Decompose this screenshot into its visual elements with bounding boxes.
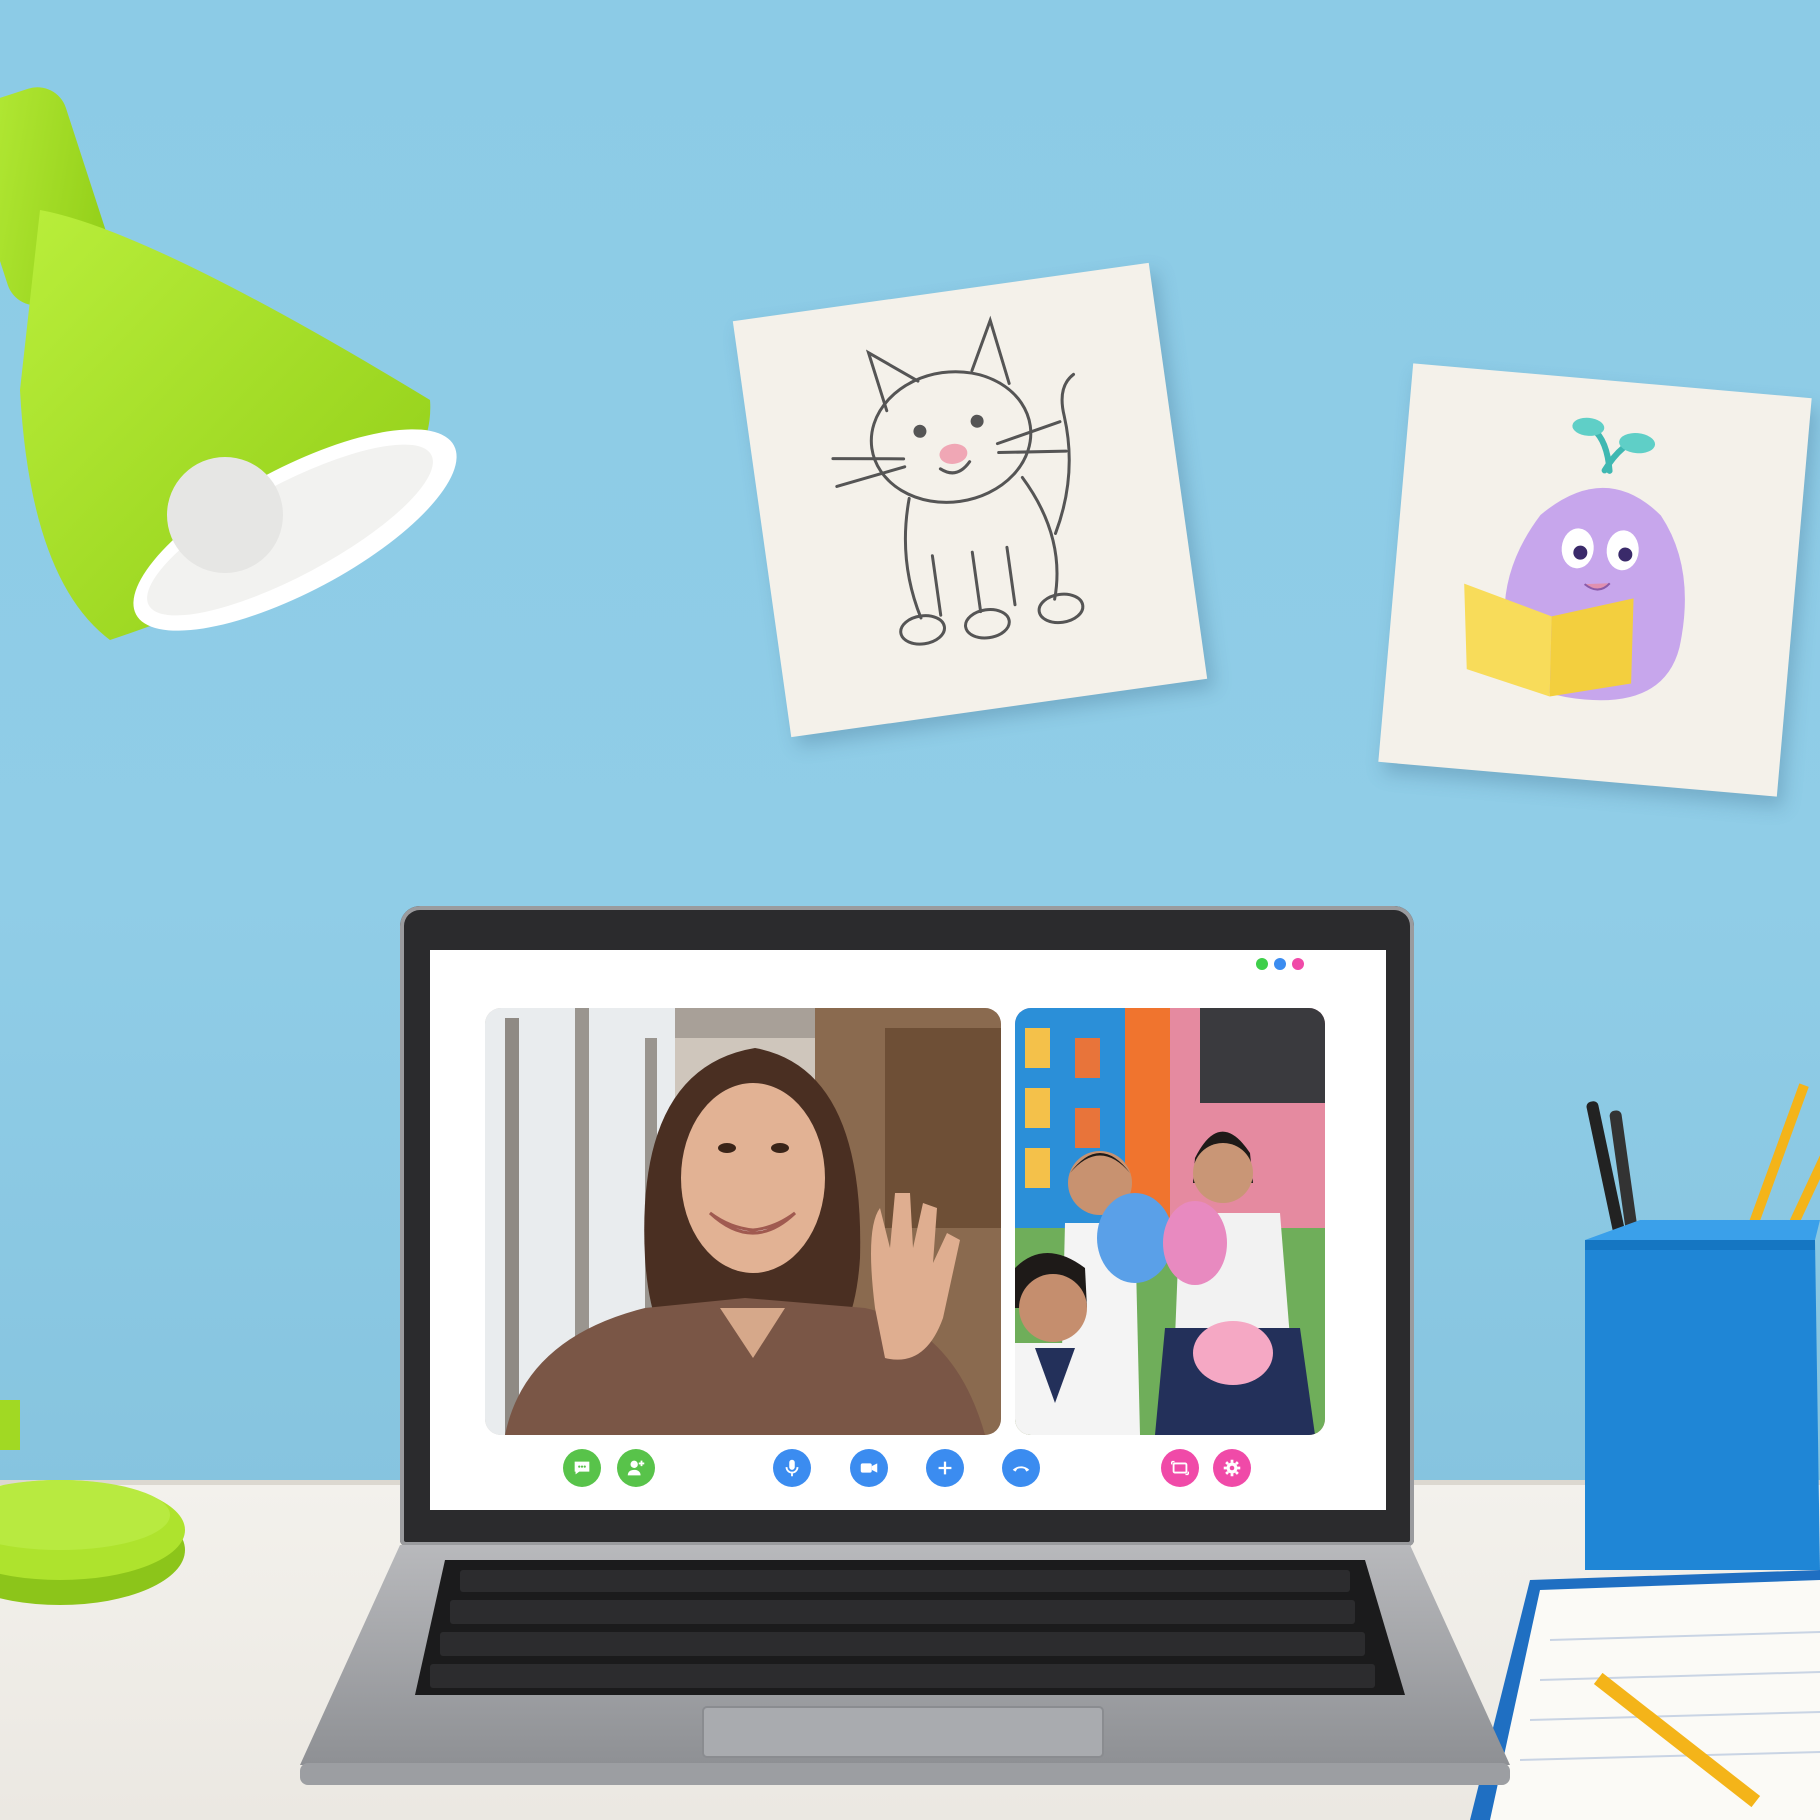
lamp-base — [0, 1400, 185, 1605]
pencil-cup — [1585, 1083, 1820, 1570]
settings-gear-icon — [1223, 1459, 1241, 1477]
chat-button[interactable] — [563, 1449, 601, 1487]
chat-icon — [574, 1461, 590, 1475]
window-dot-green[interactable] — [1256, 958, 1268, 970]
hang-up-icon — [1012, 1466, 1030, 1472]
creature-drawing-paper — [1378, 363, 1812, 797]
camera-button[interactable] — [850, 1449, 888, 1487]
notebook — [1470, 1570, 1820, 1820]
add-button[interactable] — [926, 1449, 964, 1487]
teacher-video-image — [485, 1008, 1001, 1435]
microphone-button[interactable] — [773, 1449, 811, 1487]
purple-creature-drawing — [1464, 417, 1685, 701]
video-camera-icon — [860, 1463, 878, 1473]
plus-icon — [938, 1461, 952, 1475]
screen-share-icon — [1171, 1460, 1189, 1476]
hang-up-button[interactable] — [1002, 1449, 1040, 1487]
add-participant-button[interactable] — [617, 1449, 655, 1487]
settings-button[interactable] — [1213, 1449, 1251, 1487]
microphone-icon — [785, 1459, 799, 1477]
teacher-video-tile[interactable] — [485, 1008, 1001, 1435]
lamp-shade — [0, 87, 457, 640]
laptop-keyboard-base — [300, 1545, 1510, 1785]
video-call-window — [430, 950, 1386, 1510]
screen-share-button[interactable] — [1161, 1449, 1199, 1487]
cat-drawing-paper — [732, 262, 1208, 738]
window-dot-blue[interactable] — [1274, 958, 1286, 970]
students-video-image — [1015, 1008, 1325, 1435]
window-dots — [1256, 958, 1304, 970]
add-user-icon — [627, 1460, 645, 1476]
students-video-tile[interactable] — [1015, 1008, 1325, 1435]
window-dot-pink[interactable] — [1292, 958, 1304, 970]
cat-drawing — [831, 315, 1085, 646]
